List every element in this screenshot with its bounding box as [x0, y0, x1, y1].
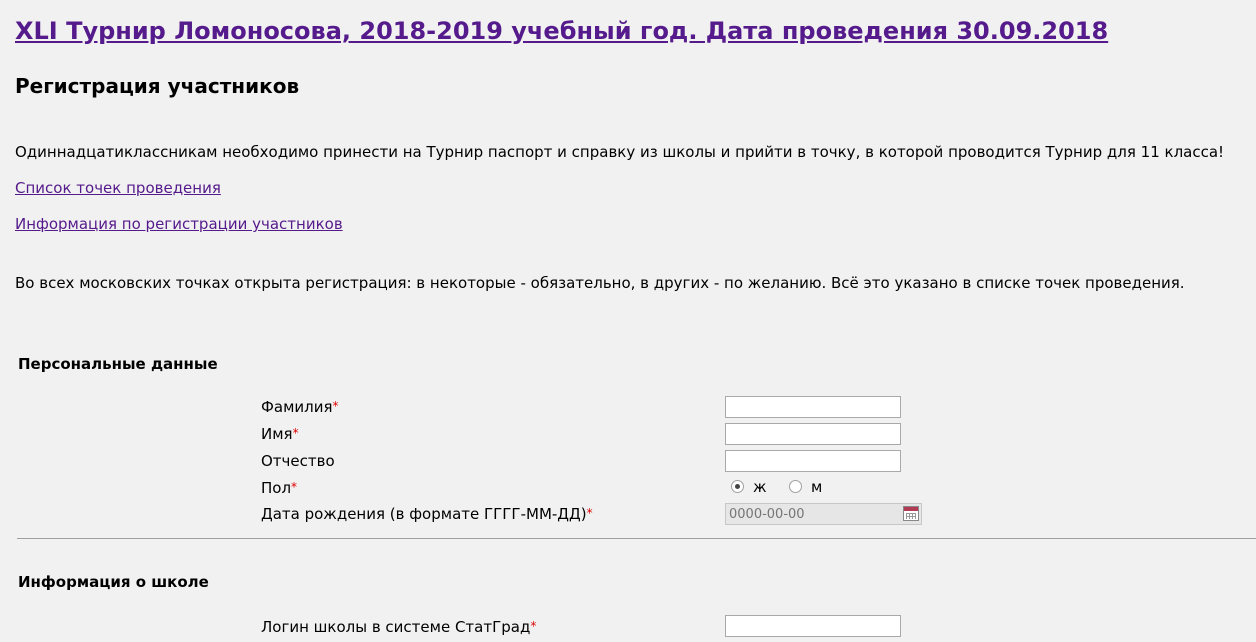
notice-text: Одиннадцатиклассникам необходимо принест… [15, 143, 1225, 161]
surname-label: Фамилия* [261, 398, 339, 416]
school-login-input[interactable] [725, 615, 901, 637]
gender-label: Пол* [261, 479, 297, 497]
registration-info-link[interactable]: Информация по регистрации участников [15, 215, 343, 233]
calendar-icon[interactable] [903, 506, 919, 521]
school-login-label: Логин школы в системе СтатГрад* [261, 618, 536, 636]
school-info-heading: Информация о школе [18, 573, 209, 591]
school-login-label-text: Логин школы в системе СтатГрад [261, 618, 531, 636]
required-mark: * [291, 480, 298, 494]
moscow-note-text: Во всех московских точках открыта регист… [15, 274, 1185, 292]
section-divider [17, 538, 1256, 539]
gender-radio-female[interactable] [731, 480, 744, 493]
patronymic-input[interactable] [725, 450, 901, 472]
name-label: Имя* [261, 425, 299, 443]
birthdate-input[interactable] [726, 504, 902, 524]
surname-input[interactable] [725, 396, 901, 418]
personal-data-heading: Персональные данные [18, 355, 218, 373]
required-mark: * [586, 506, 593, 520]
page-subtitle: Регистрация участников [15, 74, 300, 98]
required-mark: * [332, 399, 339, 413]
required-mark: * [292, 426, 299, 440]
name-label-text: Имя [261, 425, 293, 443]
gender-female-label: ж [753, 478, 767, 496]
gender-male-label: м [811, 478, 823, 496]
name-input[interactable] [725, 423, 901, 445]
gender-label-text: Пол [261, 479, 292, 497]
surname-label-text: Фамилия [261, 398, 333, 416]
birthdate-label-text: Дата рождения (в формате ГГГГ-ММ-ДД) [261, 505, 587, 523]
page-title-link[interactable]: XLI Турнир Ломоносова, 2018-2019 учебный… [15, 17, 1108, 45]
gender-radio-male[interactable] [789, 480, 802, 493]
points-list-link[interactable]: Список точек проведения [15, 179, 221, 197]
required-mark: * [530, 619, 537, 633]
birthdate-label: Дата рождения (в формате ГГГГ-ММ-ДД)* [261, 505, 593, 523]
patronymic-label: Отчество [261, 452, 335, 470]
birthdate-field[interactable] [725, 503, 922, 525]
